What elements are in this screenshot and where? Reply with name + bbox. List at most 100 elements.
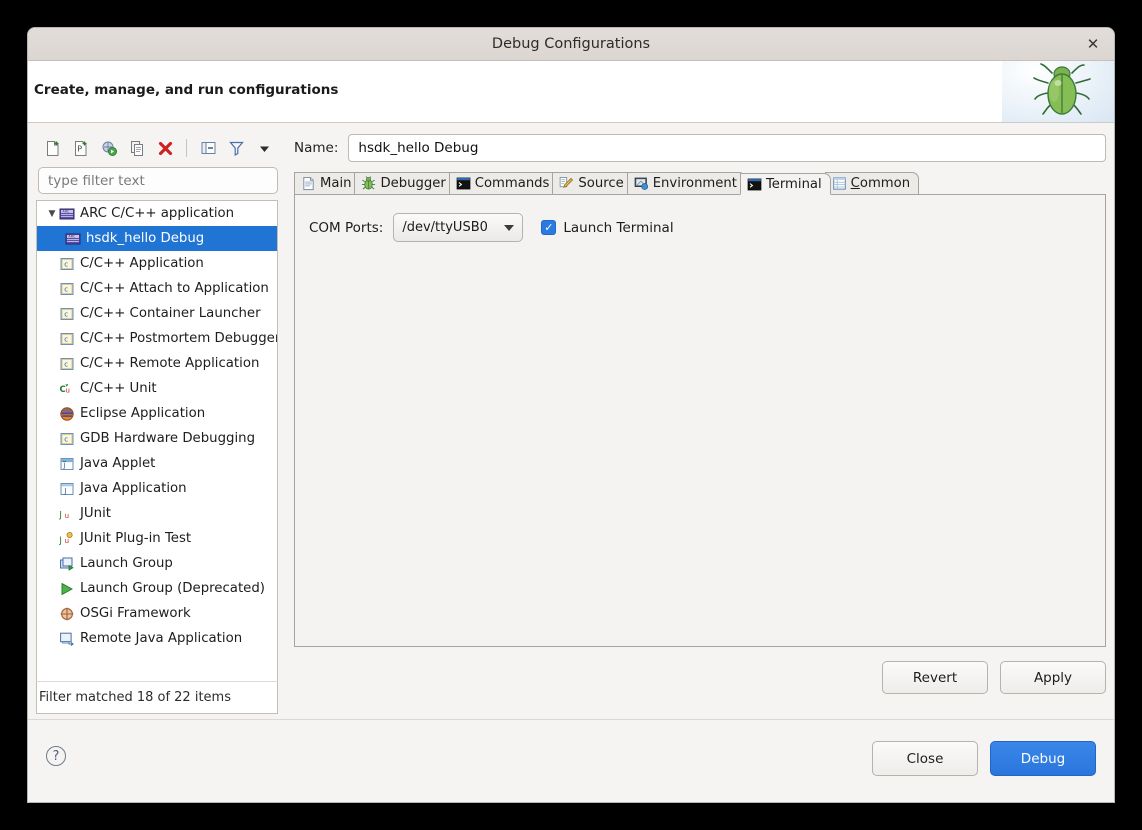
- tab-terminal[interactable]: Terminal: [740, 173, 831, 195]
- source-pencil-icon: [559, 176, 574, 191]
- header-message: Create, manage, and run configurations: [34, 82, 338, 98]
- tab-label: Source: [578, 176, 623, 191]
- tab-source[interactable]: Source: [552, 172, 632, 194]
- configurations-toolbar: P: [36, 133, 290, 163]
- tree-item[interactable]: c GDB Hardware Debugging: [37, 426, 277, 451]
- tree-item[interactable]: c C/C++ Postmortem Debugger: [37, 326, 277, 351]
- terminal-icon: [747, 177, 762, 192]
- new-config-icon[interactable]: [40, 136, 66, 160]
- tab-debugger[interactable]: Debugger: [354, 172, 454, 194]
- panel-buttons: Revert Apply: [294, 661, 1106, 694]
- svg-text:c: c: [64, 260, 68, 268]
- arc-icon: ARC: [65, 231, 81, 247]
- tree-item[interactable]: cC/C++ Remote Application: [37, 351, 277, 376]
- bug-icon: [361, 176, 376, 191]
- filter-funnel-icon[interactable]: [223, 136, 249, 160]
- tree-item[interactable]: c C/C++ Container Launcher: [37, 301, 277, 326]
- tree-item-label: Eclipse Application: [80, 406, 205, 421]
- tab-main[interactable]: Main: [294, 172, 360, 194]
- delete-x-icon[interactable]: [152, 136, 178, 160]
- tab-commands[interactable]: Commands: [449, 172, 559, 194]
- tree-item-label: JUnit: [80, 506, 111, 521]
- tree-item[interactable]: Eclipse Application: [37, 401, 277, 426]
- tree-item[interactable]: J Java Applet: [37, 451, 277, 476]
- export-icon[interactable]: [96, 136, 122, 160]
- tree-item-label: C/C++ Container Launcher: [80, 306, 261, 321]
- document-icon: [301, 176, 316, 191]
- apply-button[interactable]: Apply: [1000, 661, 1106, 694]
- dialog-body: P: [28, 123, 1114, 719]
- eclipse-icon: [59, 406, 75, 422]
- collapse-all-icon[interactable]: [195, 136, 221, 160]
- arc-icon: ARC: [59, 206, 75, 222]
- tree-item-label: hsdk_hello Debug: [86, 231, 204, 246]
- tree-item-label: GDB Hardware Debugging: [80, 431, 255, 446]
- tree-item-label: Launch Group: [80, 556, 173, 571]
- tree-item-label: ARC C/C++ application: [80, 206, 234, 221]
- chevron-down-icon[interactable]: ▼: [45, 209, 59, 219]
- tree-item[interactable]: Launch Group: [37, 551, 277, 576]
- launch-terminal-checkbox[interactable]: ✓ Launch Terminal: [541, 220, 673, 236]
- tree-item[interactable]: Ju JUnit: [37, 501, 277, 526]
- footer-buttons: Close Debug: [872, 741, 1096, 776]
- dialog-header: Create, manage, and run configurations: [28, 61, 1114, 123]
- c-app-icon: c: [59, 331, 75, 347]
- tree-item-label: C/C++ Attach to Application: [80, 281, 269, 296]
- tree-item[interactable]: c C/C++ Application: [37, 251, 277, 276]
- tree-item[interactable]: Launch Group (Deprecated): [37, 576, 277, 601]
- svg-text:c: c: [64, 310, 68, 318]
- tab-label: Common: [851, 176, 910, 191]
- configurations-tree[interactable]: ▼ARCARC C/C++ applicationARChsdk_hello D…: [36, 200, 278, 681]
- new-prototype-icon[interactable]: P: [68, 136, 94, 160]
- filter-input[interactable]: type filter text: [38, 167, 278, 194]
- tree-item[interactable]: OSGi Framework: [37, 601, 277, 626]
- chevron-down-icon[interactable]: [251, 136, 277, 160]
- tree-item[interactable]: CuC/C++ Unit: [37, 376, 277, 401]
- tree-item-label: Java Applet: [80, 456, 155, 471]
- help-icon[interactable]: ?: [46, 746, 66, 766]
- close-icon[interactable]: ✕: [1082, 34, 1104, 56]
- svg-text:P: P: [77, 144, 82, 153]
- close-button[interactable]: Close: [872, 741, 978, 776]
- com-ports-row: COM Ports: /dev/ttyUSB0 ✓ Launch Termina…: [309, 213, 1091, 242]
- svg-text:u: u: [66, 386, 70, 394]
- tree-item[interactable]: ARC hsdk_hello Debug: [37, 226, 277, 251]
- toolbar-separator: [186, 139, 187, 157]
- name-input-value: hsdk_hello Debug: [358, 140, 478, 156]
- name-input[interactable]: hsdk_hello Debug: [348, 134, 1106, 162]
- name-label: Name:: [294, 140, 338, 156]
- debug-button[interactable]: Debug: [990, 741, 1096, 776]
- tab-common[interactable]: Common: [825, 172, 919, 194]
- tree-item-label: C/C++ Postmortem Debugger: [80, 331, 278, 346]
- java-app-icon: J: [59, 481, 75, 497]
- filter-status: Filter matched 18 of 22 items: [36, 681, 278, 714]
- tree-item[interactable]: ▼ARC ARC C/C++ application: [37, 201, 277, 226]
- c-app-icon: c: [59, 431, 75, 447]
- revert-button[interactable]: Revert: [882, 661, 988, 694]
- tree-item-label: C/C++ Remote Application: [80, 356, 259, 371]
- launch-terminal-label: Launch Terminal: [563, 220, 673, 236]
- svg-text:J: J: [64, 486, 67, 494]
- filter-status-label: Filter matched 18 of 22 items: [39, 690, 231, 705]
- com-ports-select[interactable]: /dev/ttyUSB0: [393, 213, 523, 242]
- tab-label: Debugger: [380, 176, 445, 191]
- c-app-icon: c: [59, 306, 75, 322]
- configuration-editor: Name: hsdk_hello Debug Main Debugger Comma…: [294, 133, 1106, 711]
- tree-item[interactable]: Ju JUnit Plug-in Test: [37, 526, 277, 551]
- duplicate-icon[interactable]: [124, 136, 150, 160]
- tree-item[interactable]: JJava Application: [37, 476, 277, 501]
- tab-label: Main: [320, 176, 351, 191]
- svg-text:J: J: [59, 536, 62, 546]
- junit-plugin-icon: Ju: [59, 531, 75, 547]
- tree-item[interactable]: Remote Java Application: [37, 626, 277, 651]
- cunit-icon: Cu: [59, 381, 75, 397]
- tree-item-label: C/C++ Application: [80, 256, 204, 271]
- tree-item-label: OSGi Framework: [80, 606, 191, 621]
- title-bar: Debug Configurations ✕: [28, 28, 1114, 61]
- tree-item-label: JUnit Plug-in Test: [80, 531, 191, 546]
- svg-text:J: J: [63, 461, 66, 469]
- tab-environment[interactable]: Environment: [627, 172, 746, 194]
- junit-icon: Ju: [59, 506, 75, 522]
- c-app-icon: c: [59, 281, 75, 297]
- tree-item[interactable]: c C/C++ Attach to Application: [37, 276, 277, 301]
